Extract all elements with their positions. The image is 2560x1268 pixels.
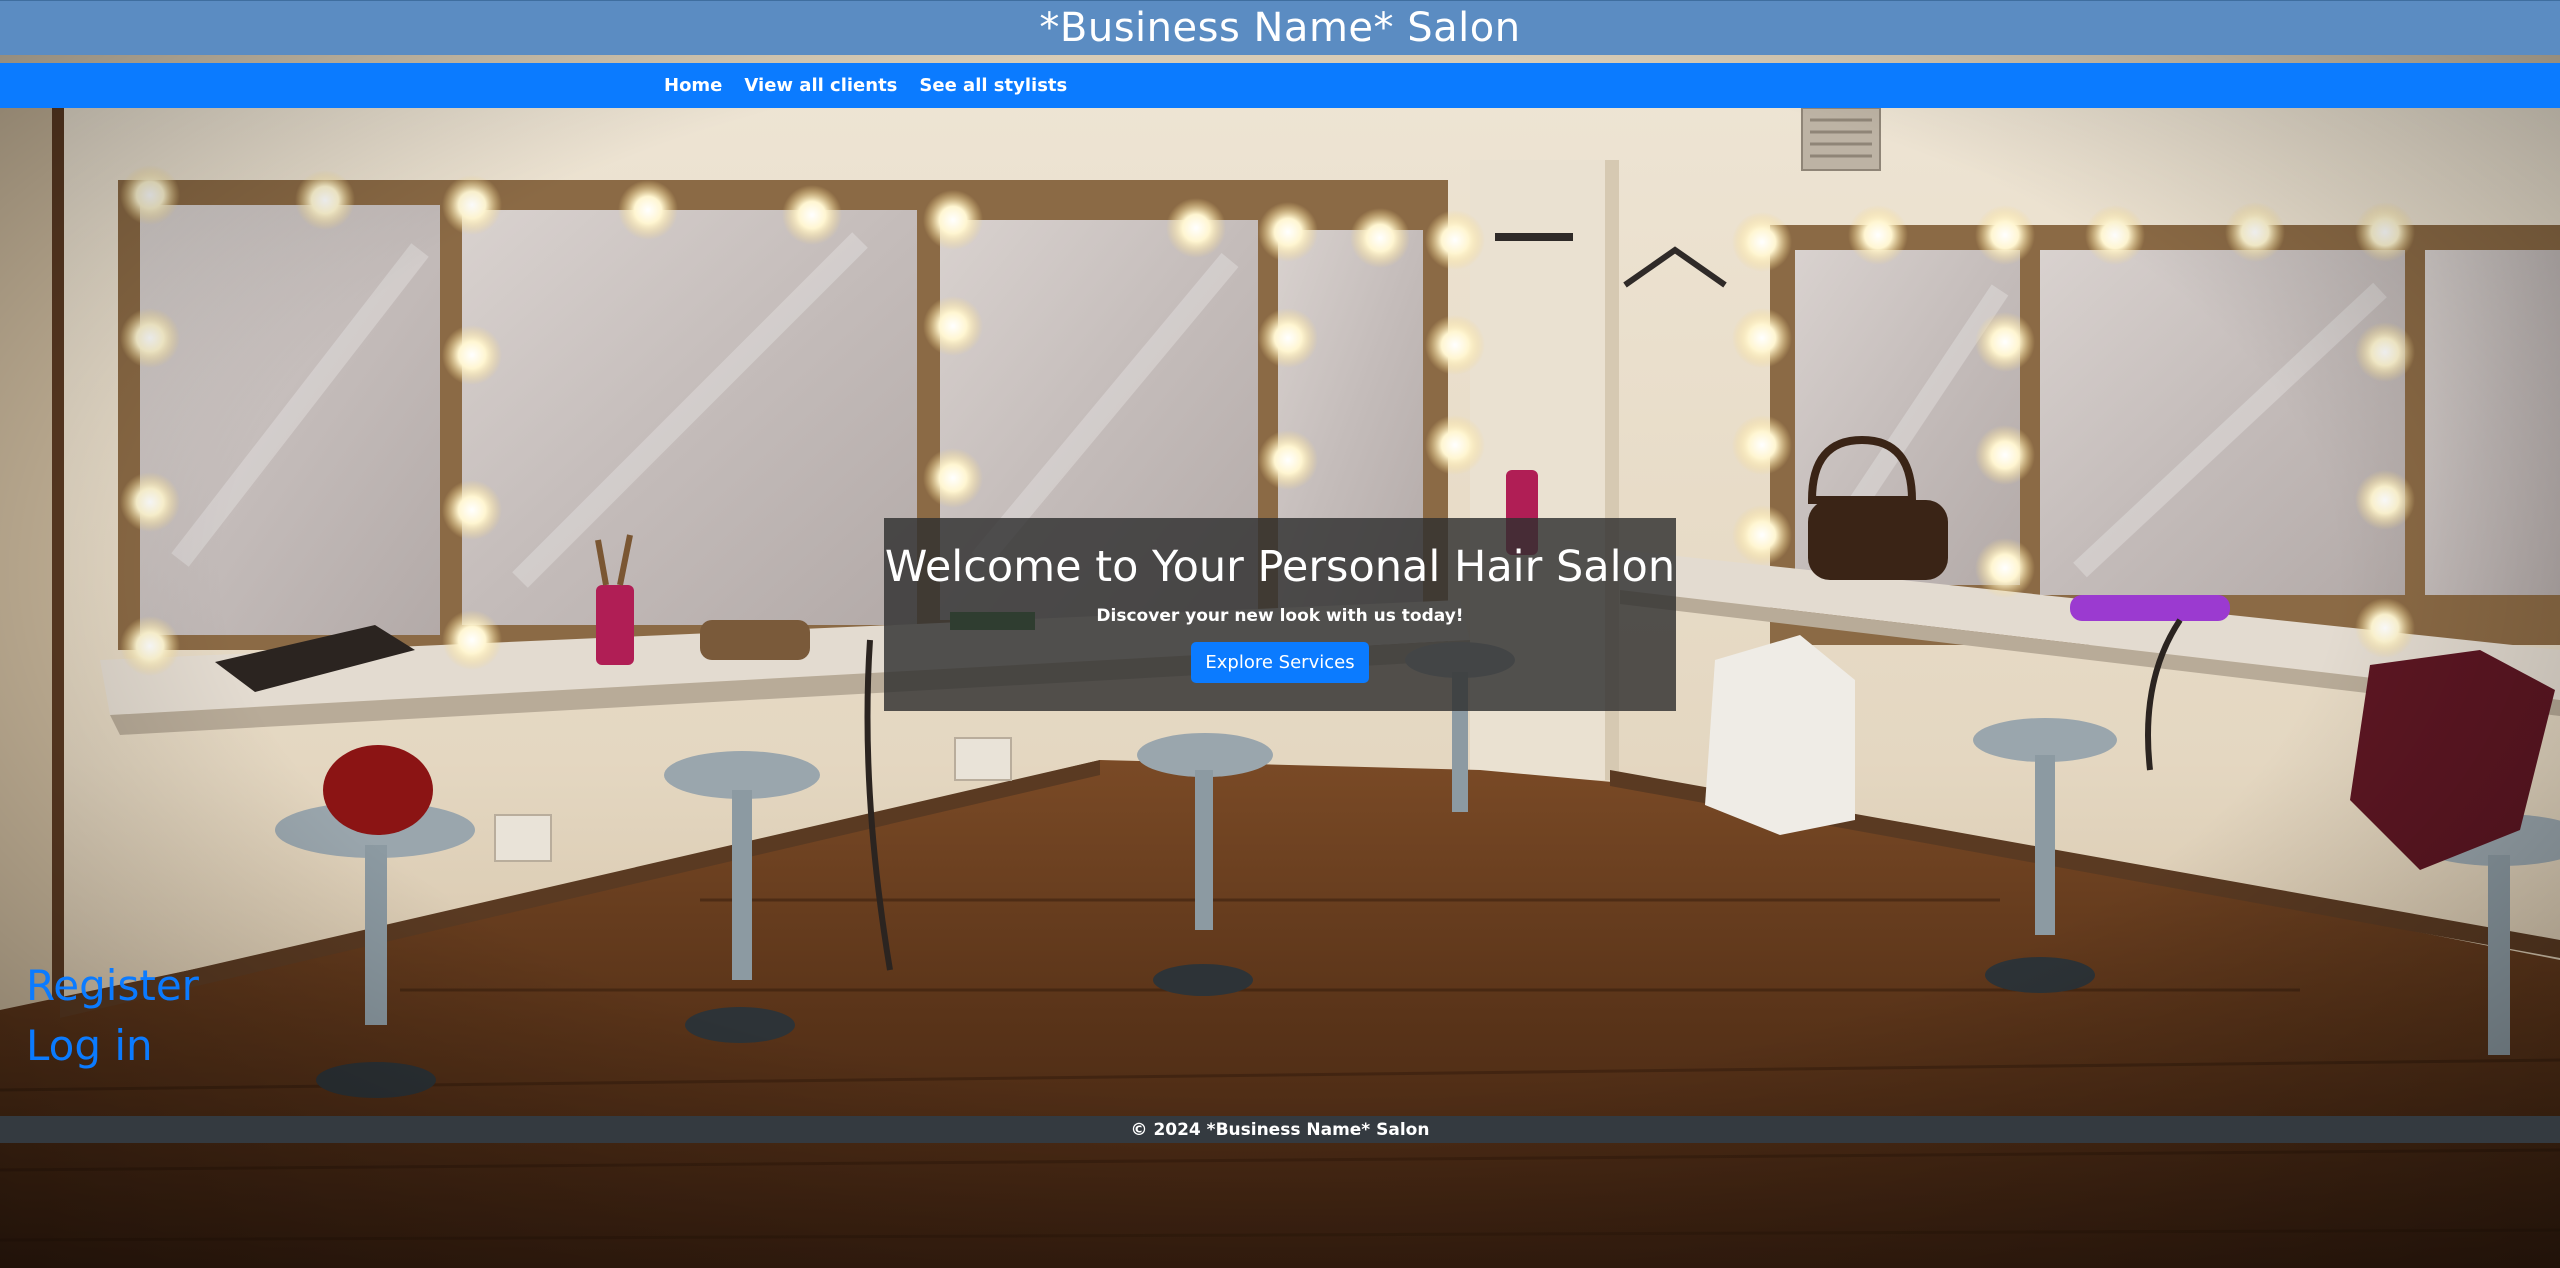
hero-subtitle: Discover your new look with us today! [1096,606,1464,627]
site-header: *Business Name* Salon [0,0,2560,55]
navbar: Home View all clients See all stylists [0,63,2560,108]
explore-services-button[interactable]: Explore Services [1191,642,1369,684]
footer-copyright: © 2024 *Business Name* Salon [1130,1119,1430,1140]
login-link[interactable]: Log in [26,1021,199,1070]
hero-card: Welcome to Your Personal Hair Salon Disc… [884,518,1676,711]
nav-link-home[interactable]: Home [664,75,722,96]
nav-links: Home View all clients See all stylists [664,63,1067,108]
nav-link-see-all-stylists[interactable]: See all stylists [919,75,1067,96]
nav-link-view-all-clients[interactable]: View all clients [744,75,897,96]
register-link[interactable]: Register [26,961,199,1010]
hero-title: Welcome to Your Personal Hair Salon [884,542,1676,592]
site-title: *Business Name* Salon [1039,5,1521,51]
site-footer: © 2024 *Business Name* Salon [0,1116,2560,1143]
auth-links: Register Log in [26,961,199,1071]
